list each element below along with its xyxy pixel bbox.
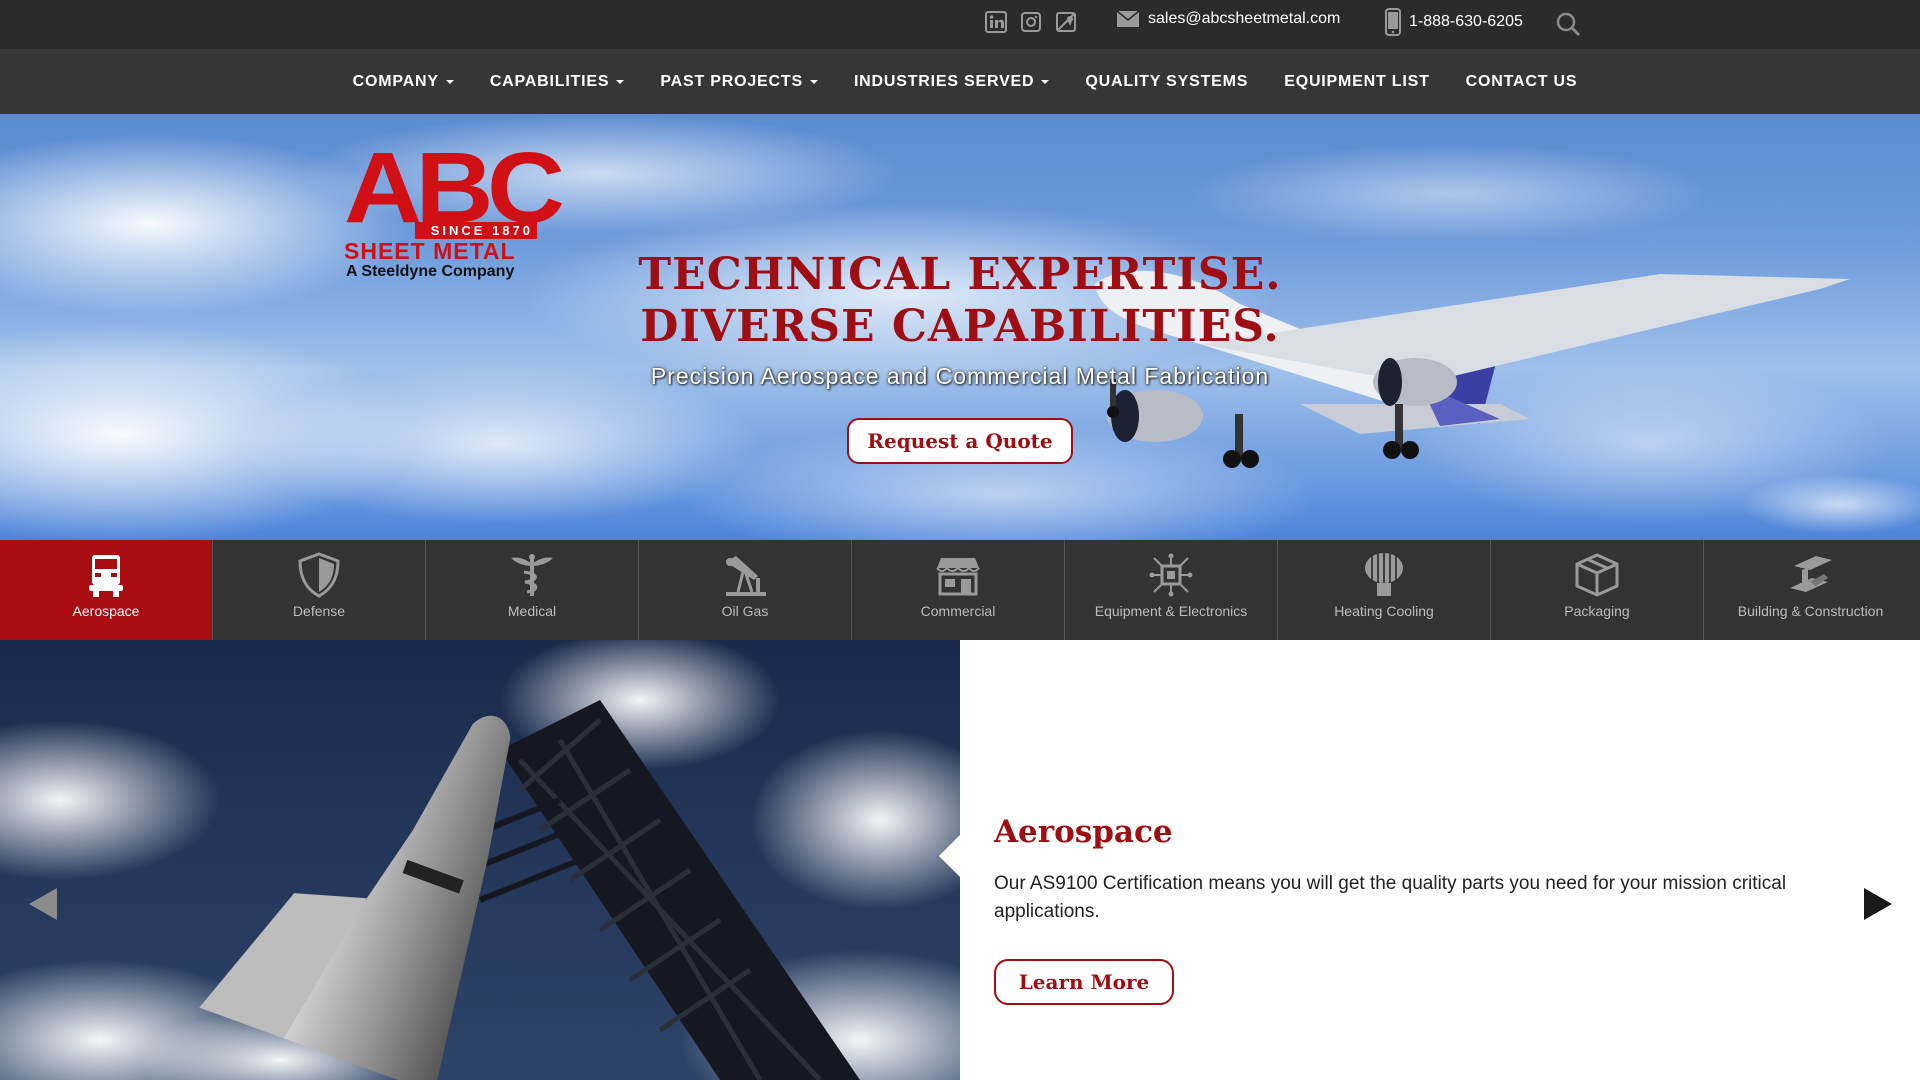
logo-steeldyne: A Steeldyne Company <box>346 263 515 280</box>
tab-label: Building & Construction <box>1737 603 1884 619</box>
tab-defense[interactable]: Defense <box>213 540 426 640</box>
learn-more-button[interactable]: Learn More <box>994 959 1174 1005</box>
caret-down-icon <box>1041 79 1050 84</box>
logo-sheet-metal: SHEET METAL <box>344 238 516 264</box>
next-slide-arrow-icon[interactable] <box>1864 888 1892 920</box>
nav-contact-us[interactable]: CONTACT US <box>1448 73 1596 91</box>
feature-title: Aerospace <box>994 814 1173 850</box>
tab-label: Defense <box>292 603 346 619</box>
tab-building-construction[interactable]: Building & Construction <box>1704 540 1917 640</box>
nav-quality-systems[interactable]: QUALITY SYSTEMS <box>1067 73 1266 91</box>
top-bar: sales@abcsheetmetal.com 1-888-630-6205 <box>0 0 1920 49</box>
nav-industries-served[interactable]: INDUSTRIES SERVED <box>836 73 1067 91</box>
hero-text: TECHNICAL EXPERTISE. DIVERSE CAPABILITIE… <box>560 249 1360 390</box>
phone-link[interactable]: 1-888-630-6205 <box>1385 8 1523 36</box>
hero-title-line1: TECHNICAL EXPERTISE. <box>638 249 1282 300</box>
tab-medical[interactable]: Medical <box>426 540 639 640</box>
truck-icon <box>89 555 123 597</box>
email-text: sales@abcsheetmetal.com <box>1148 10 1341 27</box>
tab-oil-gas[interactable]: Oil Gas <box>639 540 852 640</box>
company-logo[interactable]: ABC SINCE 1870 SHEET METAL A Steeldyne C… <box>340 138 565 282</box>
tab-label: Heating Cooling <box>1334 603 1434 619</box>
hero-title-line2: DIVERSE CAPABILITIES. <box>640 301 1280 352</box>
hero-subtitle: Precision Aerospace and Commercial Metal… <box>650 363 1270 389</box>
nav-equipment-list[interactable]: EQUIPMENT LIST <box>1266 73 1447 91</box>
storefront-icon <box>936 558 980 596</box>
caduceus-icon <box>511 554 553 596</box>
aerospace-rocket-image <box>0 640 960 1080</box>
logo-since: SINCE 1870 <box>415 222 537 239</box>
nav-past-projects[interactable]: PAST PROJECTS <box>642 73 836 91</box>
industry-tabs: Aerospace Defense Medical Oil Gas Commer… <box>0 540 1920 660</box>
rocket-illustration <box>0 640 960 1080</box>
linkedin-icon[interactable] <box>985 11 1007 33</box>
nav-label: CAPABILITIES <box>489 72 610 90</box>
oil-pump-icon <box>726 556 766 596</box>
caret-down-icon <box>445 79 454 84</box>
tab-equipment-electronics[interactable]: Equipment & Electronics <box>1065 540 1278 640</box>
tab-heating-cooling[interactable]: Heating Cooling <box>1278 540 1491 640</box>
tab-packaging[interactable]: Packaging <box>1491 540 1704 640</box>
shield-icon <box>298 552 340 598</box>
beam-icon <box>1789 556 1832 592</box>
tab-commercial[interactable]: Commercial <box>852 540 1065 640</box>
social-links <box>985 11 1077 33</box>
tab-label: Commercial <box>920 603 996 619</box>
main-nav: COMPANY CAPABILITIES PAST PROJECTS INDUS… <box>0 49 1920 114</box>
nav-label: PAST PROJECTS <box>660 72 803 90</box>
nav-label: QUALITY SYSTEMS <box>1085 72 1249 90</box>
nav-label: CONTACT US <box>1465 72 1578 90</box>
nav-company[interactable]: COMPANY <box>335 73 472 91</box>
phone-icon <box>1385 8 1401 36</box>
request-quote-button[interactable]: Request a Quote <box>847 418 1073 464</box>
tab-label: Packaging <box>1564 603 1630 619</box>
map-icon[interactable] <box>1055 11 1077 33</box>
tab-label: Oil Gas <box>721 603 769 619</box>
tab-label: Equipment & Electronics <box>1094 603 1248 619</box>
caret-down-icon <box>616 79 625 84</box>
feature-description: Our AS9100 Certification means you will … <box>994 873 1787 922</box>
email-link[interactable]: sales@abcsheetmetal.com <box>1116 10 1340 28</box>
tab-aerospace[interactable]: Aerospace <box>0 540 213 660</box>
search-icon[interactable] <box>1554 10 1582 38</box>
hero-banner: ABC SINCE 1870 SHEET METAL A Steeldyne C… <box>0 114 1920 540</box>
box-icon <box>1575 553 1619 597</box>
nav-capabilities[interactable]: CAPABILITIES <box>472 73 643 91</box>
envelope-icon <box>1116 10 1140 27</box>
logo-abc-text: ABC <box>344 132 565 244</box>
nav-label: EQUIPMENT LIST <box>1284 72 1430 90</box>
nav-list: COMPANY CAPABILITIES PAST PROJECTS INDUS… <box>0 49 1920 114</box>
nav-label: INDUSTRIES SERVED <box>853 72 1035 90</box>
instagram-icon[interactable] <box>1020 11 1042 33</box>
nav-label: COMPANY <box>352 72 439 90</box>
vent-icon <box>1365 553 1403 596</box>
tab-label: Medical <box>507 603 557 619</box>
caret-down-icon <box>809 79 818 84</box>
prev-slide-arrow-icon[interactable] <box>29 888 57 920</box>
phone-text: 1-888-630-6205 <box>1409 13 1523 30</box>
feature-panel: Aerospace Our AS9100 Certification means… <box>939 640 1920 1080</box>
circuit-icon <box>1149 553 1193 597</box>
tab-label: Aerospace <box>72 603 140 619</box>
panel-notch <box>939 834 961 878</box>
